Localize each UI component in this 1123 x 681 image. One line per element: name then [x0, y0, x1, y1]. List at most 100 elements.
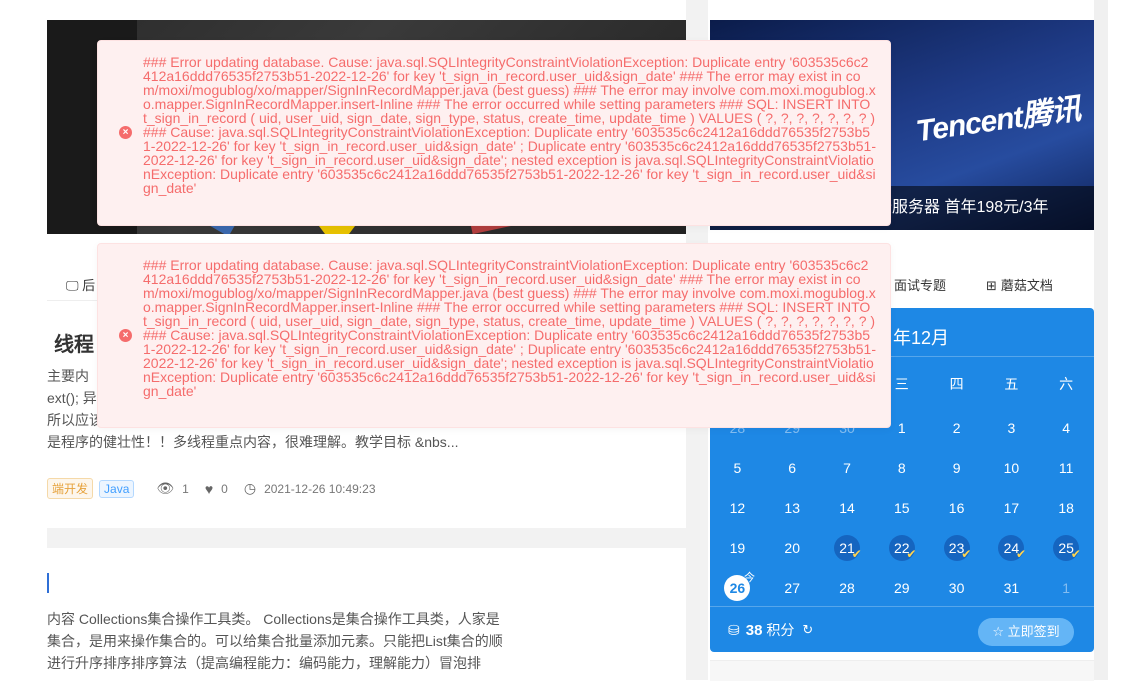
day-number: 27	[784, 580, 800, 596]
page-right-edge	[1094, 0, 1108, 680]
calendar-week-row: 5 6 7 8 9 10 11	[710, 448, 1094, 488]
calendar-week-row: 19 20 21 ✔ 22 ✔ 23 ✔ 24 ✔ 25 ✔	[710, 528, 1094, 568]
calendar-day-signed[interactable]: 21 ✔	[820, 528, 875, 568]
heart-icon: ♥	[204, 480, 214, 497]
error-text: ### Error updating database. Cause: java…	[143, 54, 876, 196]
article-title-marker	[47, 573, 49, 593]
day-number: 11	[1058, 460, 1074, 476]
article-summary: 内容 Collections集合操作工具类。 Collections是集合操作工…	[47, 608, 687, 674]
error-text: ### Error updating database. Cause: java…	[143, 257, 876, 399]
calendar-day[interactable]: 16	[929, 488, 984, 528]
calendar-day[interactable]: 30	[929, 568, 984, 608]
day-number: 6	[788, 460, 797, 476]
day-number: 18	[1058, 500, 1074, 516]
nav-tab-backend[interactable]: 🖵 后	[66, 275, 95, 294]
error-message: × ### Error updating database. Cause: ja…	[97, 40, 891, 226]
calendar-day[interactable]: 3	[984, 408, 1039, 448]
points-display: ⛁ 38 积分 ↻	[728, 620, 813, 640]
calendar-day-signed[interactable]: 22 ✔	[874, 528, 929, 568]
day-number: 12	[729, 500, 746, 516]
calendar-day-today[interactable]: 26 今	[710, 568, 765, 608]
day-number: 30	[948, 580, 965, 596]
day-number: 15	[894, 500, 910, 516]
calendar-day[interactable]: 27	[765, 568, 820, 608]
like-count-value: 0	[221, 481, 228, 496]
nav-tab-interview[interactable]: 面试专题	[890, 275, 946, 294]
day-number: 2	[952, 420, 961, 436]
tencent-logo: Tencent腾讯	[913, 92, 1082, 149]
tag-java[interactable]: Java	[99, 479, 135, 498]
day-number: 20	[784, 540, 800, 556]
calendar-day[interactable]: 1	[1039, 568, 1094, 608]
calendar-day[interactable]: 12	[710, 488, 765, 528]
today-label: 今	[744, 572, 755, 584]
article-meta: 端开发 Java 👁 1 ♥ 0 ◷ 2021-12-26 10:49:23	[47, 478, 376, 499]
summary-line: 进行升序排序排序算法（提高编程能力：编码能力，理解能力）冒泡排	[47, 655, 481, 671]
refresh-icon[interactable]: ↻	[802, 622, 813, 638]
publish-time-value: 2021-12-26 10:49:23	[264, 481, 376, 496]
coins-icon: ⛁	[728, 621, 740, 638]
calendar-day[interactable]: 29	[874, 568, 929, 608]
calendar-day[interactable]: 9	[929, 448, 984, 488]
day-number: 10	[1003, 460, 1020, 476]
calendar-day[interactable]: 13	[765, 488, 820, 528]
calendar-day[interactable]: 2	[929, 408, 984, 448]
day-number: 9	[952, 460, 961, 476]
grid-icon: ⊞	[986, 278, 997, 293]
summary-line: 是程序的健壮性！！多线程重点内容，很难理解。教学目标 &nbs...	[47, 434, 459, 450]
calendar-day[interactable]: 8	[874, 448, 929, 488]
calendar-day[interactable]: 19	[710, 528, 765, 568]
divider	[710, 606, 1094, 607]
like-count[interactable]: ♥ 0	[205, 481, 228, 497]
eye-icon: 👁	[156, 480, 175, 496]
day-number: 3	[1007, 420, 1016, 436]
calendar-day[interactable]: 10	[984, 448, 1039, 488]
calendar-week-row: 26 今 27 28 29 30 31 1	[710, 568, 1094, 608]
tag-backend[interactable]: 端开发	[47, 478, 94, 499]
calendar-day[interactable]: 6	[765, 448, 820, 488]
calendar-day[interactable]: 4	[1039, 408, 1094, 448]
day-number: 16	[948, 500, 965, 516]
error-message: × ### Error updating database. Cause: ja…	[97, 243, 891, 428]
monitor-icon: 🖵	[66, 278, 79, 293]
section-gap	[47, 528, 686, 548]
calendar-day[interactable]: 20	[765, 528, 820, 568]
publish-time: ◷ 2021-12-26 10:49:23	[244, 480, 376, 497]
nav-tab-label: 面试专题	[894, 278, 947, 293]
weekday-label: 五	[1004, 376, 1019, 392]
sign-in-button[interactable]: ☆ 立即签到	[978, 618, 1074, 646]
calendar-day[interactable]: 11	[1039, 448, 1094, 488]
calendar-week-row: 12 13 14 15 16 17 18	[710, 488, 1094, 528]
nav-tab-label: 蘑菇文档	[1000, 278, 1053, 293]
day-number: 1	[897, 420, 906, 436]
day-number: 7	[843, 460, 851, 476]
weekday-label: 四	[949, 376, 964, 392]
view-count: 👁 1	[156, 480, 188, 497]
calendar-day[interactable]: 7	[820, 448, 875, 488]
day-number: 31	[1003, 580, 1020, 596]
nav-tab-docs[interactable]: ⊞ 蘑菇文档	[986, 275, 1053, 294]
calendar-day[interactable]: 15	[874, 488, 929, 528]
weekday-label: 六	[1059, 376, 1074, 392]
view-count-value: 1	[182, 481, 189, 496]
calendar-day[interactable]: 5	[710, 448, 765, 488]
next-widget	[710, 660, 1094, 681]
day-number: 28	[839, 580, 855, 596]
article-title[interactable]: 线程	[54, 328, 94, 357]
calendar-day[interactable]: 28	[820, 568, 875, 608]
calendar-day-signed[interactable]: 25 ✔	[1039, 528, 1094, 568]
calendar-day[interactable]: 14	[820, 488, 875, 528]
day-number: 8	[897, 460, 906, 476]
summary-line: 内容 Collections集合操作工具类。 Collections是集合操作工…	[47, 611, 500, 627]
day-number: 29	[894, 580, 910, 596]
calendar-day-signed[interactable]: 24 ✔	[984, 528, 1039, 568]
error-icon: ×	[119, 329, 132, 342]
calendar-day[interactable]: 17	[984, 488, 1039, 528]
summary-line: 集合，是用来操作集合的。可以给集合批量添加元素。只能把List集合的顺	[47, 633, 503, 649]
clock-icon: ◷	[243, 480, 257, 496]
calendar-day-signed[interactable]: 23 ✔	[929, 528, 984, 568]
calendar-grid: 28 29 30 1 2 3 4 5 6 7 8 9 10 11 12 13 14 15 16 17 18 19 20 21 ✔…	[710, 408, 1094, 608]
calendar-day[interactable]: 31	[984, 568, 1039, 608]
day-number: 4	[1062, 420, 1071, 436]
calendar-day[interactable]: 18	[1039, 488, 1094, 528]
